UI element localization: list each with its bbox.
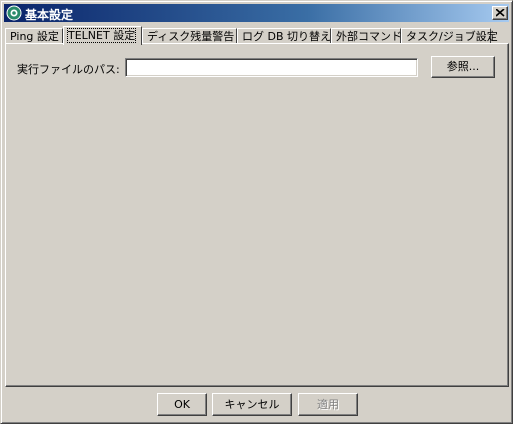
window-title: 基本設定: [25, 8, 74, 22]
tab-label: TELNET 設定: [66, 28, 137, 43]
tab-telnet-settings[interactable]: TELNET 設定: [63, 26, 142, 45]
tab-panel-telnet: [5, 43, 509, 387]
app-gear-icon: [6, 5, 22, 21]
tab-disk-space-warning[interactable]: ディスク残量警告: [142, 28, 237, 44]
executable-path-input[interactable]: [125, 58, 418, 77]
cancel-button[interactable]: キャンセル: [212, 393, 292, 416]
tab-label: Ping 設定: [10, 30, 59, 43]
apply-button[interactable]: 適用: [298, 393, 358, 416]
tab-log-db-switch[interactable]: ログ DB 切り替え: [237, 28, 331, 44]
tab-label: タスク/ジョブ設定: [406, 30, 498, 43]
tab-label: 外部コマンド: [336, 30, 402, 43]
browse-button[interactable]: 参照...: [431, 56, 495, 78]
close-button[interactable]: [492, 6, 508, 20]
executable-path-label: 実行ファイルのパス:: [17, 63, 120, 76]
title-bar[interactable]: 基本設定: [4, 4, 509, 22]
ok-button[interactable]: OK: [157, 393, 207, 416]
close-icon: [496, 9, 505, 17]
tab-label: ディスク残量警告: [147, 30, 235, 43]
settings-dialog: 基本設定 Ping 設定 TELNET 設定 ディスク残量警告 ログ DB 切り…: [0, 0, 513, 424]
tab-label: ログ DB 切り替え: [242, 30, 332, 43]
tab-external-command[interactable]: 外部コマンド: [331, 28, 402, 44]
tab-ping-settings[interactable]: Ping 設定: [5, 28, 63, 44]
tab-task-job-settings[interactable]: タスク/ジョブ設定: [401, 28, 498, 44]
